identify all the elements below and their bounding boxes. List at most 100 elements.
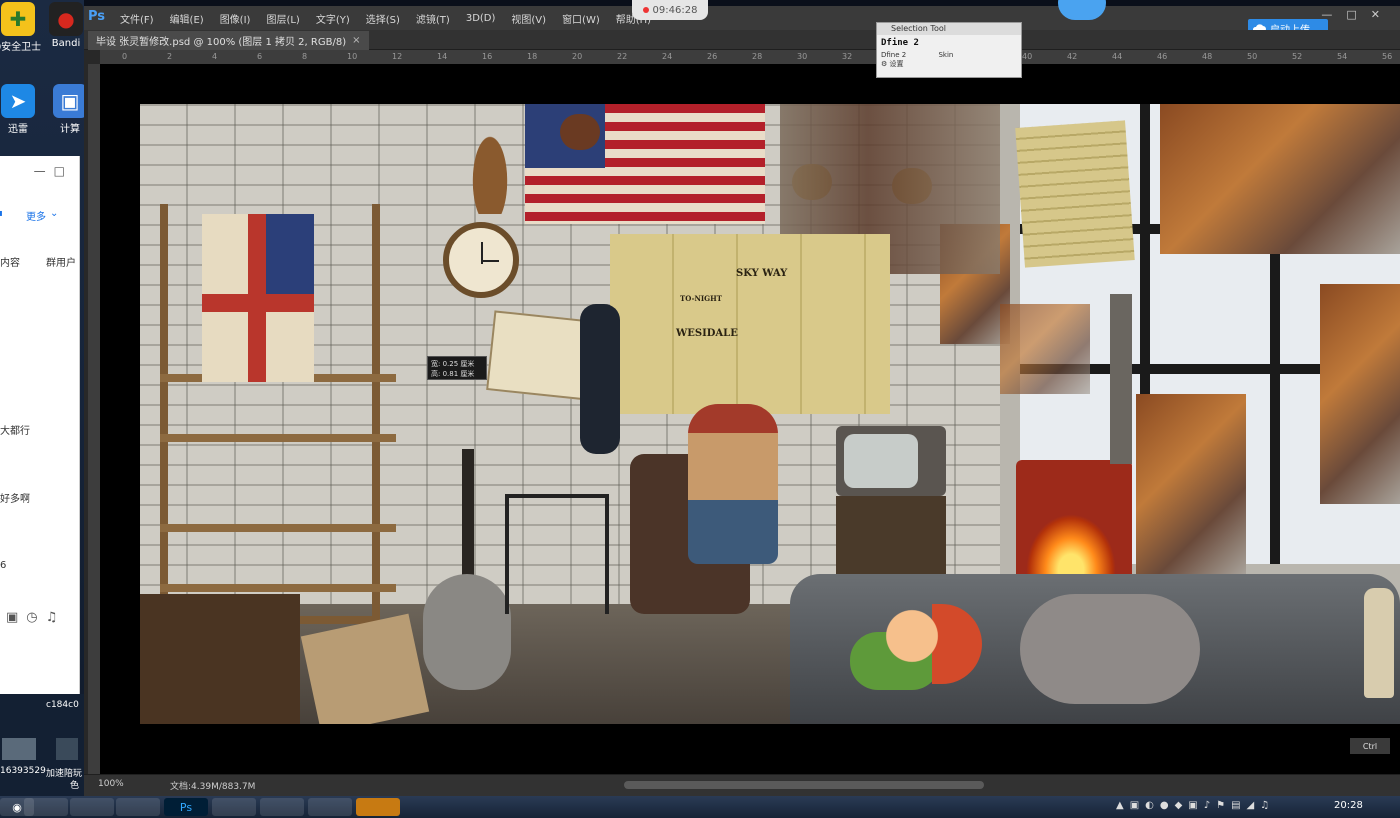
panel-row-users[interactable]: 群用户 [46, 254, 76, 269]
taskbar-app-360[interactable] [24, 798, 68, 816]
zoom-level[interactable]: 100% [98, 779, 124, 789]
selection-tool-panel[interactable]: Selection Tool Dfine 2 Dfine 2 Skin ⚙ 设置 [876, 22, 1022, 78]
ruler-tick: 20 [572, 52, 583, 61]
ruler-tick: 50 [1247, 52, 1258, 61]
panel-tab-more[interactable]: 更多 [26, 208, 46, 223]
recording-timer[interactable]: 09:46:28 [632, 0, 708, 20]
ruler-tick: 14 [437, 52, 448, 61]
guitar-neck [462, 449, 474, 579]
desktop-label: e081 [48, 686, 71, 696]
menu-3d[interactable]: 3D(D) [466, 13, 496, 24]
ruler-tick: 42 [1067, 52, 1078, 61]
poster-text: SKY WAY [736, 268, 788, 279]
selection-panel-option[interactable]: Skin [938, 51, 953, 59]
ps-logo: Ps [88, 9, 106, 24]
ruler-tick: 18 [527, 52, 538, 61]
ruler-tick: 6 [257, 52, 263, 61]
shelf-plank [160, 434, 396, 442]
taskbar-app-image[interactable] [260, 798, 304, 816]
menu-file[interactable]: 文件(F) [120, 11, 154, 26]
flag-cross [202, 294, 314, 312]
american-flag [525, 104, 765, 224]
desktop-icon-label: 0安全卫士 [0, 42, 42, 53]
gear-icon: ⚙ [881, 60, 888, 68]
chevron-down-icon[interactable]: ⌄ [50, 208, 58, 219]
ruler-tick: 54 [1337, 52, 1348, 61]
record-icon: ● [49, 2, 83, 36]
menu-image[interactable]: 图像(I) [220, 11, 251, 26]
menu-edit[interactable]: 编辑(E) [170, 11, 204, 26]
taskbar-clock[interactable]: 20:28 [1334, 800, 1363, 811]
menu-filter[interactable]: 滤镜(T) [416, 11, 450, 26]
measure-tooltip: 宽: 0.25 厘米 高: 0.81 厘米 [427, 356, 487, 380]
document-tab-bar: 毕设 张灵暂修改.psd @ 100% (图层 1 拷贝 2, RGB/8) × [84, 30, 1400, 50]
taskbar-app-easy[interactable] [356, 798, 400, 816]
close-button[interactable]: ✕ [1371, 8, 1394, 21]
window-controls: —□✕ [1321, 8, 1394, 21]
shortcut-button[interactable]: Ctrl [1350, 738, 1390, 754]
desktop-label: 16393529 [0, 766, 46, 776]
close-icon[interactable]: × [352, 35, 360, 46]
menu-type[interactable]: 文字(Y) [316, 11, 350, 26]
selection-panel-option[interactable]: Dfine 2 [881, 51, 906, 59]
menu-layer[interactable]: 图层(L) [266, 11, 299, 26]
menu-select[interactable]: 选择(S) [366, 11, 400, 26]
bird-icon: ➤ [1, 84, 35, 118]
desktop-icon-label: 迅雷 [8, 124, 28, 135]
image-icon[interactable]: ▣ [6, 610, 26, 625]
desktop-thumbnail[interactable] [56, 738, 78, 760]
clock-icon[interactable]: ◷ [26, 610, 45, 625]
flag-union [266, 214, 314, 294]
taskbar-app-browser[interactable] [70, 798, 114, 816]
document-tab[interactable]: 毕设 张灵暂修改.psd @ 100% (图层 1 拷贝 2, RGB/8) × [88, 31, 369, 50]
ruler-tick: 46 [1157, 52, 1168, 61]
system-tray[interactable]: ▲▣◐●◆▣♪⚑▤◢♫ [1116, 800, 1275, 811]
panel-row-content[interactable]: 内容 [0, 254, 20, 269]
document-canvas[interactable]: SKY WAY WESIDALE TO-NIGHT 宽: 0.25 厘米 高: … [140, 104, 1400, 724]
panel-row-message[interactable]: 大都行 [0, 422, 30, 437]
desktop-icon-label: Bandi [51, 38, 81, 49]
maximize-button[interactable]: □ [1346, 8, 1370, 21]
menu-window[interactable]: 窗口(W) [562, 11, 600, 26]
horizontal-scrollbar[interactable] [624, 781, 984, 789]
ruler-tick: 56 [1382, 52, 1393, 61]
shield-plus-icon: ✚ [1, 2, 35, 36]
bell-icon[interactable]: ♫ [46, 610, 66, 625]
windsor-chair [505, 494, 609, 614]
taskbar-app-chat[interactable] [308, 798, 352, 816]
ruler-tick: 10 [347, 52, 358, 61]
poster-wall: SKY WAY WESIDALE TO-NIGHT [610, 234, 890, 414]
canvas-workarea[interactable]: SKY WAY WESIDALE TO-NIGHT 宽: 0.25 厘米 高: … [100, 64, 1400, 774]
punching-bag [580, 304, 620, 454]
poster-text: WESIDALE [676, 328, 738, 339]
screen: ✚ 0安全卫士 ● Bandi ➤ 迅雷 ▣ 计算 —□ ▪ 更多 ⌄ 内容 群… [0, 0, 1400, 818]
panel-row-message[interactable]: 6 [0, 560, 6, 571]
measure-width: 宽: 0.25 厘米 [431, 360, 475, 368]
desktop-thumbnail[interactable] [2, 738, 36, 760]
old-tv [836, 426, 946, 496]
ruler-tick: 2 [167, 52, 173, 61]
stove-pipe [1110, 294, 1132, 464]
ruler-tick: 32 [842, 52, 853, 61]
panel-window-controls[interactable]: —□ [34, 164, 73, 178]
panel-row-message[interactable]: 好多啊 [0, 490, 30, 505]
ruler-tick: 30 [797, 52, 808, 61]
selection-panel-value[interactable]: Dfine 2 [877, 35, 1021, 51]
vertical-ruler[interactable] [88, 64, 100, 774]
measure-height: 高: 0.81 厘米 [431, 370, 475, 378]
ruler-tick: 8 [302, 52, 308, 61]
panel-tab-marker: ▪ [0, 208, 3, 219]
menu-view[interactable]: 视图(V) [511, 11, 546, 26]
newspaper [1015, 120, 1135, 268]
taskbar-app-explorer[interactable] [212, 798, 256, 816]
horizontal-ruler[interactable]: 0246810121416182022242628303234363840424… [100, 50, 1400, 64]
taskbar-app-media[interactable] [116, 798, 160, 816]
desktop: ✚ 0安全卫士 ● Bandi ➤ 迅雷 ▣ 计算 —□ ▪ 更多 ⌄ 内容 群… [0, 0, 87, 796]
panel-toolbar: ▣◷♫ [6, 610, 65, 625]
rusty-roof [1160, 104, 1400, 254]
selection-panel-settings[interactable]: ⚙ 设置 [877, 59, 1021, 69]
bottle [1364, 588, 1394, 698]
taskbar-app-photoshop[interactable]: Ps [164, 798, 208, 816]
poster-text: TO-NIGHT [680, 294, 722, 303]
ruler-tick: 16 [482, 52, 493, 61]
